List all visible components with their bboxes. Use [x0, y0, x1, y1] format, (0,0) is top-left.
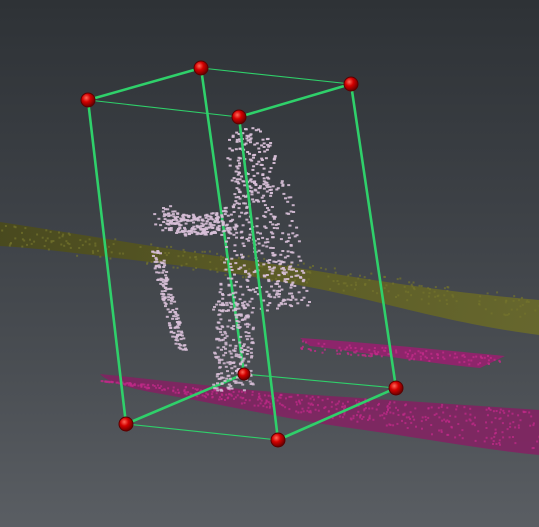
sphere-handle-icon[interactable] — [237, 367, 251, 381]
box-edge — [237, 82, 353, 119]
box-edge — [87, 99, 240, 118]
sphere-handle-icon[interactable] — [80, 92, 96, 108]
sphere-handle-icon[interactable] — [193, 60, 209, 76]
sphere-handle-icon[interactable] — [231, 109, 247, 125]
olive-point-cloud-strip — [0, 222, 539, 335]
sphere-handle-icon[interactable] — [388, 380, 404, 396]
box-edge — [200, 67, 352, 85]
point-cloud-scene[interactable] — [0, 0, 539, 527]
box-edge — [243, 373, 397, 389]
sphere-handle-icon[interactable] — [118, 416, 134, 432]
sphere-handle-icon[interactable] — [270, 432, 286, 448]
box-edge — [125, 423, 279, 441]
sphere-handle-icon[interactable] — [343, 76, 359, 92]
3d-viewport[interactable] — [0, 0, 539, 527]
magenta-point-cloud-strip — [100, 338, 539, 455]
box-edge — [86, 66, 203, 102]
